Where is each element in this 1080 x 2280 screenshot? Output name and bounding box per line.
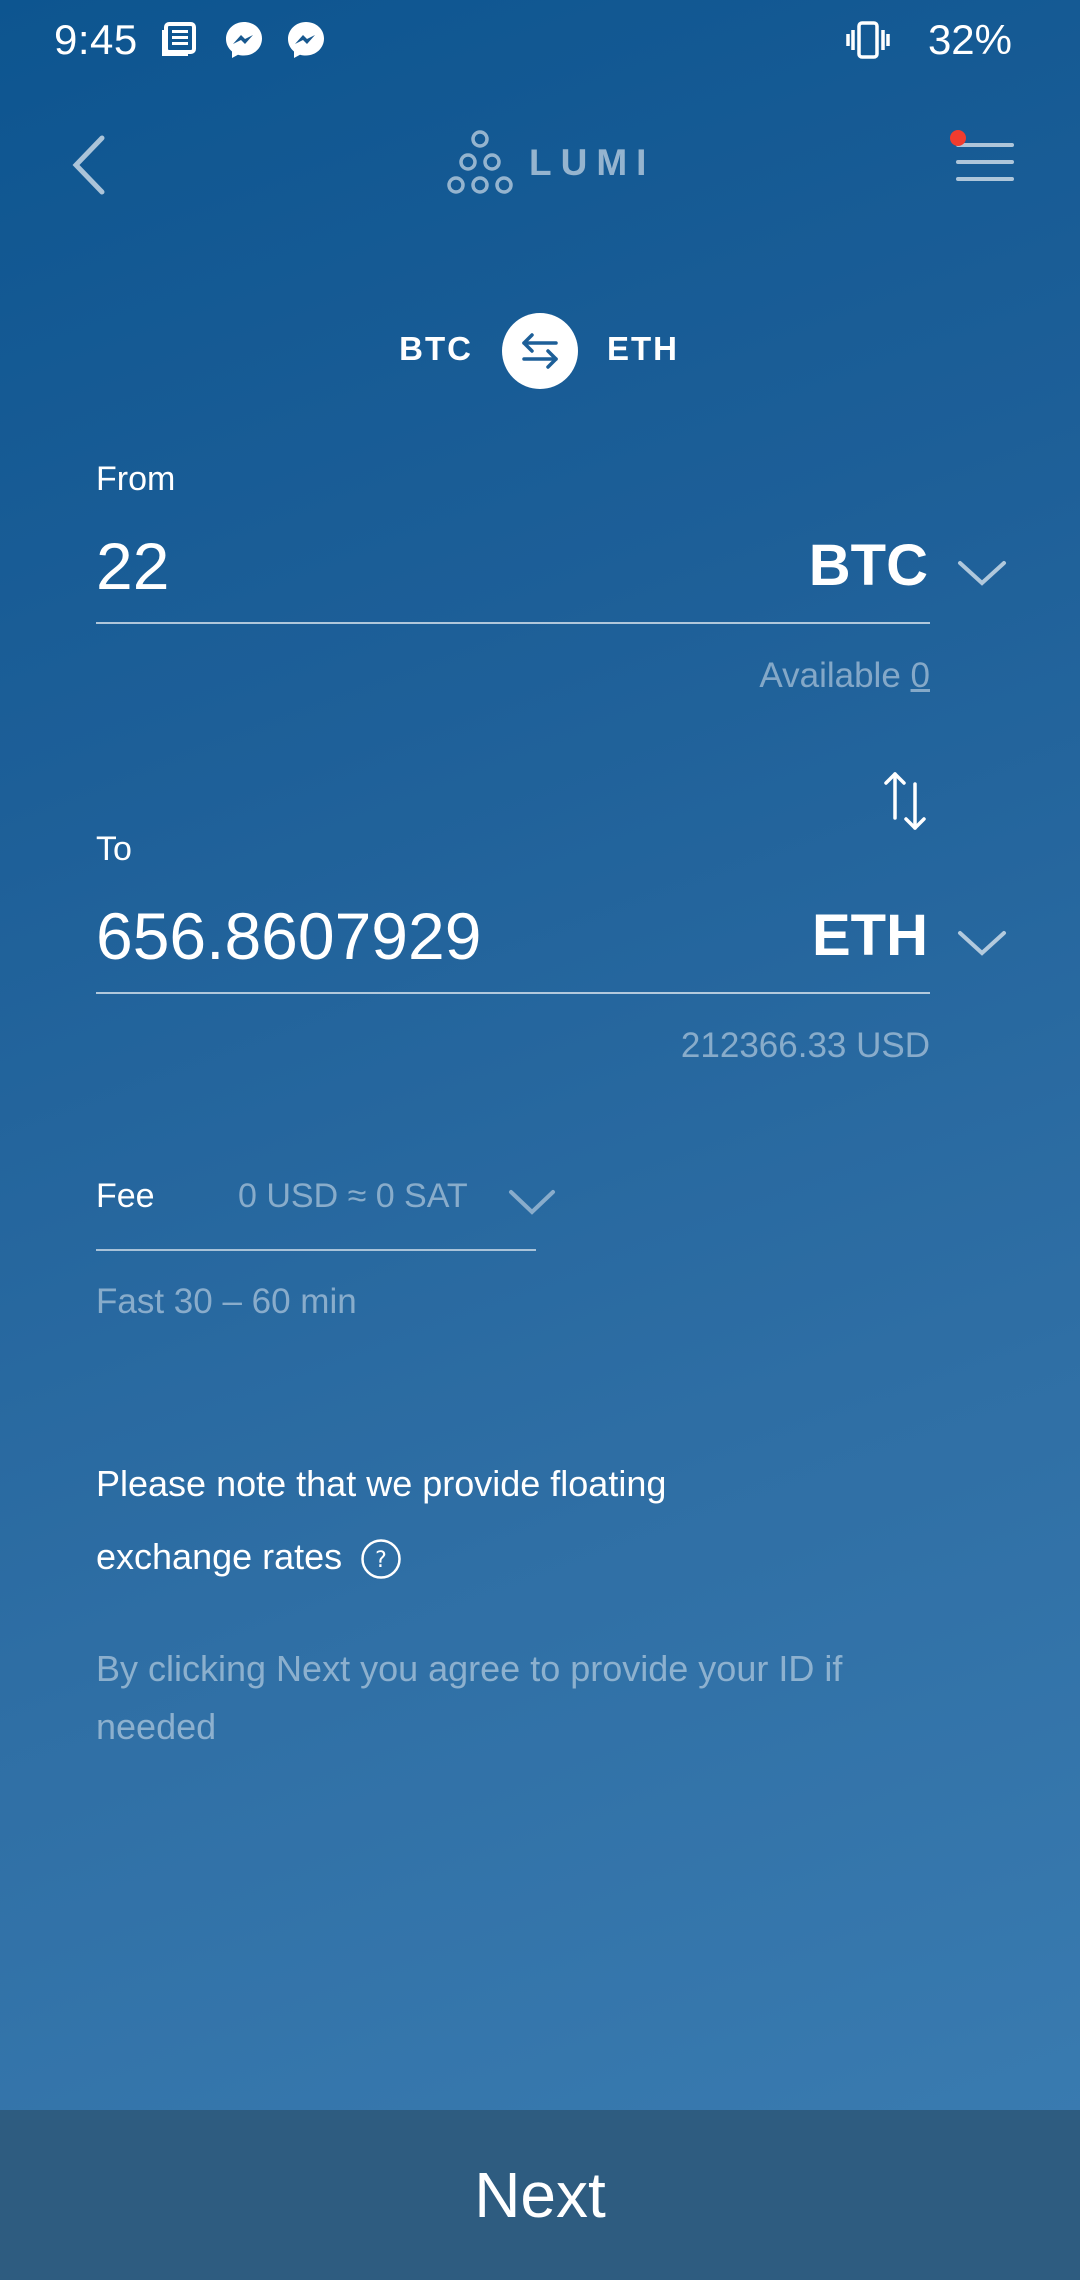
reverse-direction-icon[interactable] (880, 768, 930, 834)
swap-pair-button[interactable] (502, 313, 578, 389)
notification-dot (950, 130, 966, 146)
messenger-icon (288, 22, 324, 58)
next-button[interactable]: Next (0, 2110, 1080, 2280)
help-icon[interactable]: ? (360, 1538, 402, 1580)
news-icon (162, 22, 196, 56)
app-logo: LUMI (445, 128, 655, 198)
swap-arrows-icon (522, 333, 558, 369)
from-label: From (96, 460, 176, 498)
floating-note-line1: Please note that we provide floating (96, 1463, 667, 1504)
to-amount-input[interactable]: 656.8607929 (96, 898, 481, 974)
next-button-label: Next (474, 2159, 606, 2231)
to-usd-value: 212366.33 USD (680, 1026, 930, 1065)
available-label: Available (759, 656, 901, 695)
battery-level: 32% (927, 16, 1012, 63)
messenger-icon (226, 22, 262, 58)
to-currency-select[interactable]: ETH (812, 902, 928, 969)
to-label: To (96, 830, 132, 868)
status-bar: 9:45 32% (0, 0, 1080, 80)
fee-label: Fee (96, 1177, 155, 1215)
from-currency-chevron-icon[interactable] (954, 553, 1010, 593)
pair-to-label: ETH (607, 330, 679, 367)
fee-select[interactable]: 0 USD ≈ 0 SAT (238, 1177, 468, 1216)
fee-speed: Fast 30 – 60 min (96, 1282, 357, 1321)
fee-chevron-icon[interactable] (506, 1184, 558, 1220)
svg-text:?: ? (375, 1548, 387, 1573)
to-underline (96, 992, 930, 994)
logo-dots-icon (447, 130, 513, 194)
vibrate-icon (846, 21, 890, 59)
from-currency-select[interactable]: BTC (809, 532, 928, 599)
pair-from-label: BTC (399, 330, 473, 367)
logo-text: LUMI (529, 142, 656, 183)
floating-note-text: exchange rates (96, 1536, 343, 1577)
floating-rate-note: Please note that we provide floating exc… (96, 1447, 896, 1593)
from-underline (96, 622, 930, 624)
floating-note-line2: exchange rates ? (96, 1520, 896, 1593)
fee-underline (96, 1249, 536, 1251)
from-amount-input[interactable]: 22 (96, 528, 169, 604)
available-value[interactable]: 0 (911, 656, 930, 695)
available-balance: Available 0 (759, 656, 930, 696)
currency-pair: BTC ETH (0, 310, 1080, 390)
back-button[interactable] (64, 130, 124, 200)
id-agreement-note: By clicking Next you agree to provide yo… (96, 1648, 843, 1747)
to-currency-chevron-icon[interactable] (954, 923, 1010, 963)
status-time: 9:45 (54, 16, 138, 63)
